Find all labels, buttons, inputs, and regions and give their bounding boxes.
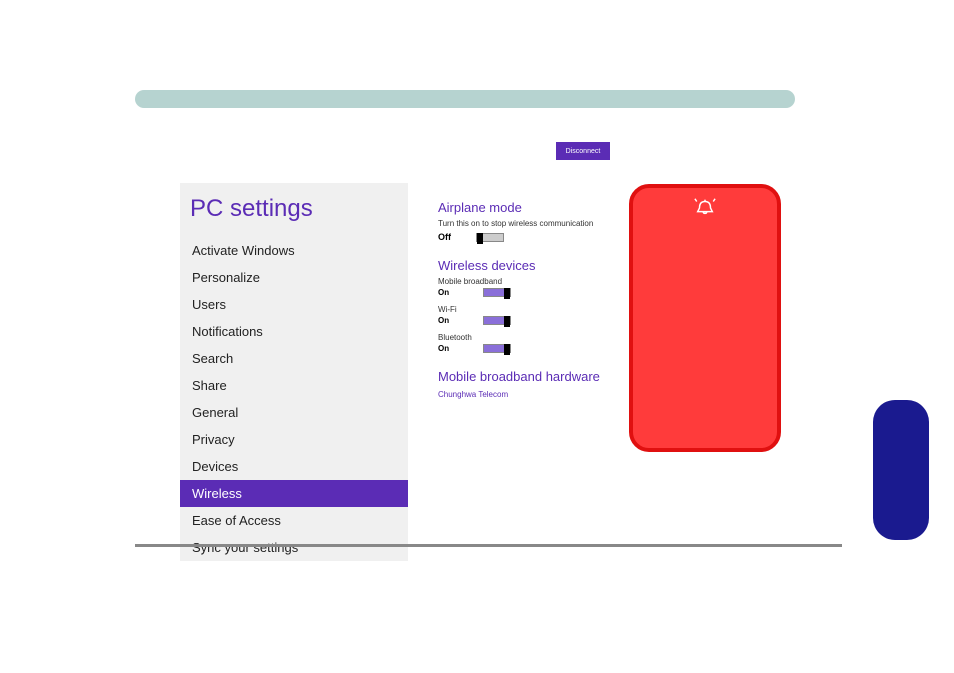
device-state: On <box>438 316 453 325</box>
mobile-broadband-toggle[interactable] <box>483 288 511 297</box>
toggle-handle <box>477 233 483 244</box>
sidebar-item-wireless[interactable]: Wireless <box>180 480 408 507</box>
device-bluetooth: Bluetooth On <box>438 333 638 353</box>
sidebar-item-devices[interactable]: Devices <box>180 453 408 480</box>
bottom-divider <box>135 544 842 547</box>
disconnect-button[interactable]: Disconnect <box>558 144 608 158</box>
sidebar-item-general[interactable]: General <box>180 399 408 426</box>
device-name: Wi-Fi <box>438 305 638 314</box>
device-state: On <box>438 288 453 297</box>
mobile-hardware-title: Mobile broadband hardware <box>438 369 638 384</box>
sidebar-item-sync-settings[interactable]: Sync your settings <box>180 534 408 561</box>
toggle-handle <box>504 344 510 355</box>
side-pill <box>873 400 929 540</box>
toggle-handle <box>504 316 510 327</box>
airplane-mode-title: Airplane mode <box>438 200 638 215</box>
airplane-mode-desc: Turn this on to stop wireless communicat… <box>438 219 638 228</box>
device-wifi: Wi-Fi On <box>438 305 638 325</box>
alert-panel <box>629 184 781 452</box>
sidebar-item-personalize[interactable]: Personalize <box>180 264 408 291</box>
wifi-toggle[interactable] <box>483 316 511 325</box>
bell-icon <box>692 196 718 218</box>
sidebar-item-search[interactable]: Search <box>180 345 408 372</box>
sidebar-item-users[interactable]: Users <box>180 291 408 318</box>
sidebar-item-privacy[interactable]: Privacy <box>180 426 408 453</box>
sidebar-item-activate-windows[interactable]: Activate Windows <box>180 237 408 264</box>
airplane-mode-state: Off <box>438 232 458 242</box>
device-name: Mobile broadband <box>438 277 638 286</box>
sidebar-item-notifications[interactable]: Notifications <box>180 318 408 345</box>
bluetooth-toggle[interactable] <box>483 344 511 353</box>
wireless-devices-section: Wireless devices Mobile broadband On Wi-… <box>438 258 638 353</box>
device-name: Bluetooth <box>438 333 638 342</box>
airplane-mode-toggle-row: Off <box>438 232 638 242</box>
toggle-handle <box>504 288 510 299</box>
airplane-mode-toggle[interactable] <box>476 233 504 242</box>
sidebar: PC settings Activate Windows Personalize… <box>180 183 408 561</box>
airplane-mode-section: Airplane mode Turn this on to stop wirel… <box>438 200 638 242</box>
device-mobile-broadband: Mobile broadband On <box>438 277 638 297</box>
sidebar-item-share[interactable]: Share <box>180 372 408 399</box>
mobile-provider-link[interactable]: Chunghwa Telecom <box>438 390 638 399</box>
sidebar-item-ease-of-access[interactable]: Ease of Access <box>180 507 408 534</box>
content-panel: Airplane mode Turn this on to stop wirel… <box>438 200 638 415</box>
mobile-hardware-section: Mobile broadband hardware Chunghwa Telec… <box>438 369 638 399</box>
sidebar-title: PC settings <box>180 183 408 237</box>
top-decorative-bar <box>135 90 795 108</box>
wireless-devices-title: Wireless devices <box>438 258 638 273</box>
device-state: On <box>438 344 453 353</box>
